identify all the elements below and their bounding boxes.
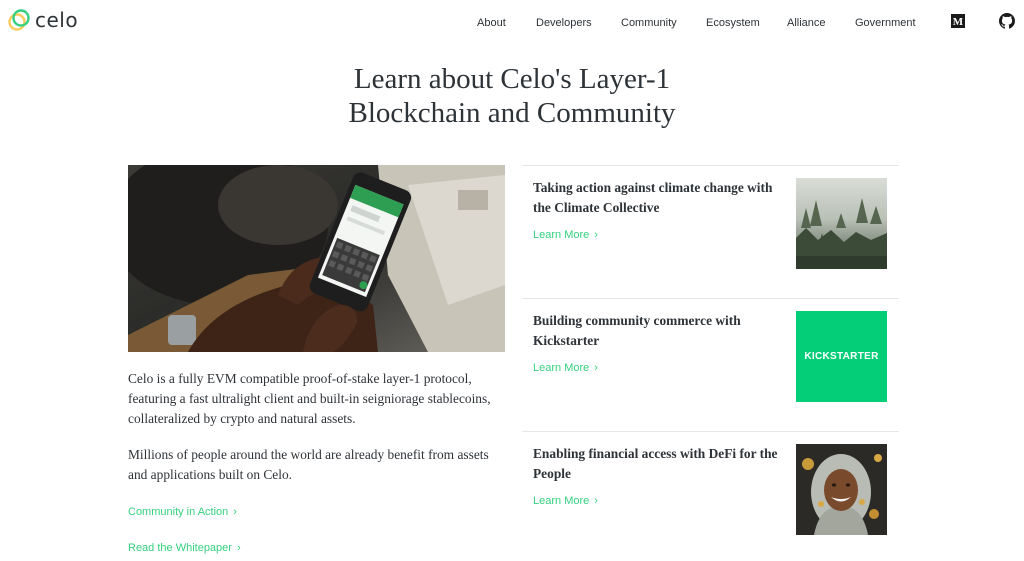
- hand-holding-phone-image: [128, 165, 505, 352]
- nav-government[interactable]: Government: [855, 15, 916, 31]
- learn-more-label: Learn More: [533, 362, 590, 374]
- chevron-right-icon: ›: [594, 229, 598, 241]
- card-divider: [522, 298, 899, 299]
- learn-more-label: Learn More: [533, 229, 590, 241]
- misty-forest-image[interactable]: [796, 178, 887, 269]
- site-header: celo About Developers Community Ecosyste…: [0, 0, 1024, 44]
- learn-more-label: Learn More: [533, 495, 590, 507]
- github-icon[interactable]: [999, 13, 1015, 29]
- nav-about[interactable]: About: [477, 15, 506, 31]
- community-paragraph: Millions of people around the world are …: [128, 447, 489, 482]
- chevron-right-icon: ›: [233, 506, 237, 518]
- card-divider: [522, 431, 899, 432]
- community-in-action-link[interactable]: Community in Action ›: [128, 505, 237, 519]
- kickstarter-logo-text: KICKSTARTER: [804, 351, 879, 362]
- page-title-line2: Blockchain and Community: [348, 97, 676, 129]
- smiling-woman-image[interactable]: [796, 444, 887, 535]
- kickstarter-logo[interactable]: KICKSTARTER: [796, 311, 887, 402]
- read-whitepaper-link[interactable]: Read the Whitepaper ›: [128, 541, 241, 555]
- card-divider: [522, 165, 899, 166]
- svg-text:M: M: [953, 16, 964, 28]
- chevron-right-icon: ›: [236, 542, 241, 554]
- nav-developers[interactable]: Developers: [536, 15, 592, 31]
- medium-icon[interactable]: M: [950, 13, 966, 29]
- intro-paragraph: Celo is a fully EVM compatible proof-of-…: [128, 371, 491, 426]
- nav-alliance[interactable]: Alliance: [787, 15, 826, 31]
- card-title-defi[interactable]: Enabling financial access with DeFi for …: [533, 444, 778, 484]
- nav-community[interactable]: Community: [621, 15, 677, 31]
- learn-more-kickstarter-link[interactable]: Learn More ›: [533, 361, 598, 375]
- main-nav: About Developers Community Ecosystem All…: [0, 15, 1024, 31]
- card-title-kickstarter[interactable]: Building community commerce with Kicksta…: [533, 311, 778, 351]
- chevron-right-icon: ›: [594, 362, 598, 374]
- nav-ecosystem[interactable]: Ecosystem: [706, 15, 760, 31]
- page-title: Learn about Celo's Layer-1 Blockchain an…: [0, 62, 1024, 130]
- card-title-climate[interactable]: Taking action against climate change wit…: [533, 178, 778, 218]
- read-whitepaper-label: Read the Whitepaper: [128, 542, 232, 554]
- learn-more-defi-link[interactable]: Learn More ›: [533, 494, 598, 508]
- community-in-action-label: Community in Action: [128, 506, 229, 518]
- learn-more-climate-link[interactable]: Learn More ›: [533, 228, 598, 242]
- page-title-line1: Learn about Celo's Layer-1: [353, 63, 671, 95]
- chevron-right-icon: ›: [594, 495, 598, 507]
